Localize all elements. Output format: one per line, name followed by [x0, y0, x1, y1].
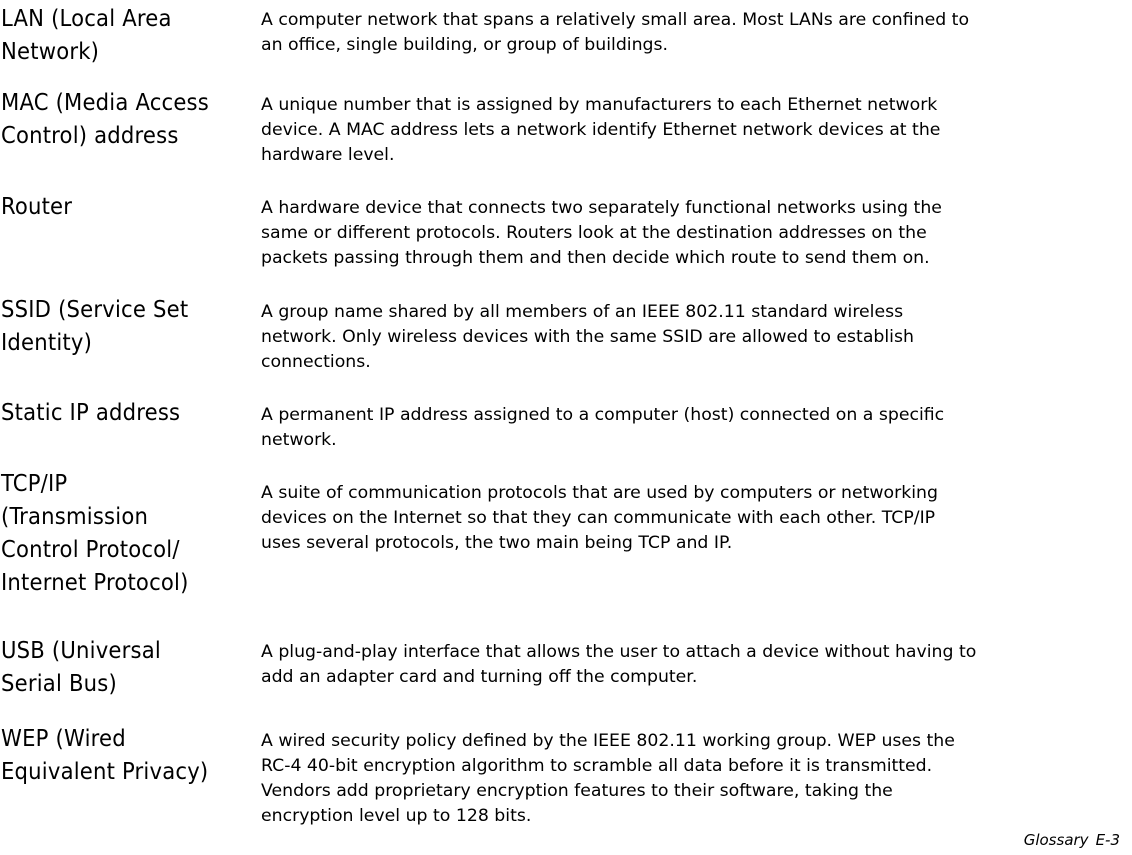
footer-section-label: Glossary	[1023, 831, 1089, 849]
glossary-definition: A suite of communication protocols that …	[261, 483, 938, 553]
glossary-term: LAN (Local Area Network)	[1, 4, 172, 65]
glossary-term: TCP/IP (Transmission Control Protocol/ I…	[1, 469, 189, 596]
glossary-definition: A permanent IP address assigned to a com…	[261, 405, 945, 450]
glossary-definition: A computer network that spans a relative…	[261, 10, 970, 55]
glossary-term: Static IP address	[1, 398, 181, 426]
glossary-term: USB (Universal Serial Bus)	[1, 636, 161, 697]
glossary-definition: A plug-and-play interface that allows th…	[261, 642, 977, 687]
glossary-term: SSID (Service Set Identity)	[1, 295, 189, 356]
glossary-term: Router	[1, 192, 73, 220]
glossary-term: MAC (Media Access Control) address	[1, 88, 209, 149]
glossary-definition: A unique number that is assigned by manu…	[261, 95, 941, 165]
glossary-definition: A wired security policy defined by the I…	[261, 731, 955, 826]
glossary-definition: A group name shared by all members of an…	[261, 302, 914, 372]
glossary-definition: A hardware device that connects two sepa…	[261, 198, 942, 268]
page-footer: Glossary E-3	[1024, 830, 1120, 850]
footer-page-number: E-3	[1095, 831, 1120, 849]
glossary-term: WEP (Wired Equivalent Privacy)	[1, 724, 209, 785]
glossary-page: LAN (Local Area Network) A computer netw…	[0, 0, 1132, 855]
